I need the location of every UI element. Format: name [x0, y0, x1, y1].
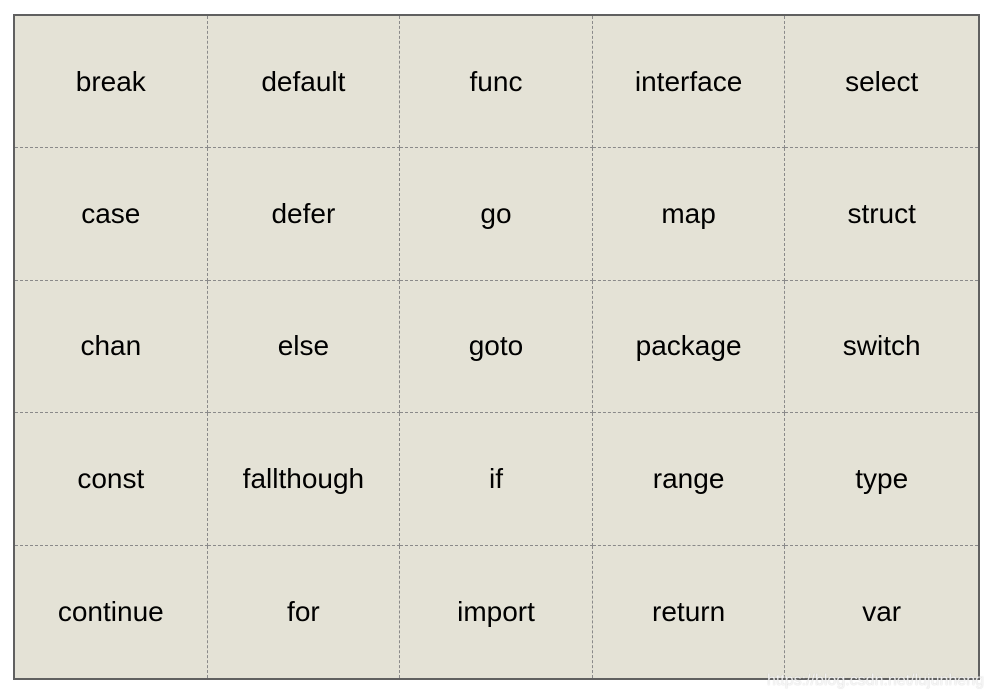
table-cell: case — [15, 148, 208, 281]
table-cell: import — [400, 545, 593, 678]
table-cell: range — [592, 413, 786, 546]
table-cell: defer — [207, 148, 401, 281]
table-cell: fallthough — [207, 413, 401, 546]
table-cell: if — [400, 413, 593, 546]
table-cell: return — [593, 545, 786, 678]
table-cell: var — [862, 595, 902, 627]
table-cell: for — [208, 545, 401, 678]
table-cell: default — [207, 16, 401, 149]
table-cell: go — [400, 148, 593, 281]
table-cell: select — [785, 16, 978, 149]
watermark: https://blog.csdn.net/lujunheng — [766, 672, 984, 689]
keywords-table: break default func interface select case defer… — [13, 14, 980, 680]
table-cell: package — [592, 280, 786, 414]
table-cell: break — [15, 16, 208, 149]
table-cell: goto — [400, 280, 593, 414]
table-cell: func — [400, 16, 593, 149]
table-cell: else — [207, 280, 401, 414]
table-cell: map — [592, 148, 786, 281]
table-cell: switch — [785, 281, 978, 414]
table-cell: struct — [785, 148, 978, 281]
table-cell: chan — [15, 280, 208, 414]
table-cell: interface — [592, 16, 786, 149]
table-cell: const — [15, 413, 208, 546]
table-cell: continue — [15, 545, 208, 678]
table-cell: type — [785, 413, 978, 546]
